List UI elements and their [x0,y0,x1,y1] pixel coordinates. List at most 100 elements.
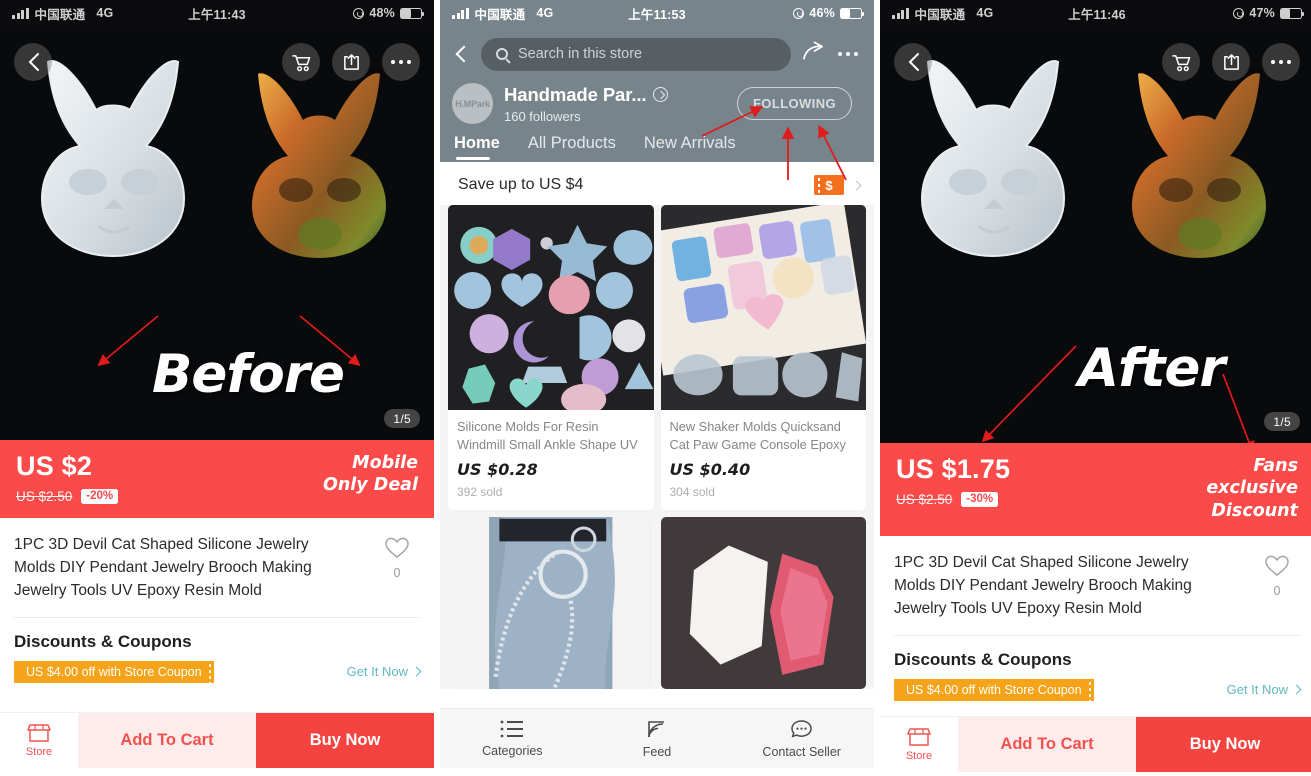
add-to-cart-button[interactable]: Add To Cart [78,713,256,768]
share-icon [343,53,359,70]
promo-text: Save up to US $4 [458,176,584,193]
wishlist-button[interactable]: 0 [384,534,420,603]
deal-tag-left: Mobile Only Deal [323,452,418,497]
price-group-left: US $2 US $2.50 -20% [16,451,119,504]
deal-tag-line2: exclusive [1206,478,1298,499]
status-left-group: 中国联通 4G [12,4,113,23]
get-it-now-link[interactable]: Get It Now [1226,682,1302,698]
product-info-right: 1PC 3D Devil Cat Shaped Silicone Jewelry… [880,536,1311,621]
get-it-now-label: Get It Now [1226,682,1288,698]
deal-tag-line3: Discount [1211,500,1298,521]
back-button[interactable] [455,45,473,63]
coupon-row-left: US $4.00 off with Store Coupon Get It No… [0,652,434,683]
network-label: 4G [976,6,994,20]
product-gallery-left[interactable]: Before 1/5 [0,26,434,440]
store-name-row[interactable]: Handmade Par... [504,84,669,106]
promo-banner-row[interactable]: Save up to US $4 $ [440,162,874,205]
store-avatar[interactable]: H.MPark [452,83,493,124]
tab-feed[interactable]: Feed [585,719,730,759]
buy-now-button[interactable]: Buy Now [1136,717,1311,772]
price-sub-row: US $2.50 -20% [16,488,119,504]
share-button[interactable] [1212,43,1250,81]
store-button[interactable]: Store [0,713,78,768]
feed-icon [648,720,664,737]
tab-categories[interactable]: Categories [440,720,585,758]
price-bar-right: US $1.75 US $2.50 -30% Fans exclusive Di… [880,443,1311,537]
product-card-title: New Shaker Molds Quicksand Cat Paw Game … [669,419,846,453]
following-button[interactable]: FOLLOWING [736,87,852,120]
gallery-counter-left: 1/5 [384,409,420,428]
screenshot-root: 中国联通 4G 上午11:43 48% Before 1/5 US $2 US … [0,0,1311,776]
share-button[interactable] [332,43,370,81]
hero-overlay-word-right: After [1078,338,1225,399]
product-card-body: New Shaker Molds Quicksand Cat Paw Game … [661,410,867,510]
battery-icon [1280,7,1305,19]
deal-tag-line1: Fans [1253,456,1298,476]
network-label: 4G [96,6,114,20]
store-coupon-badge[interactable]: US $4.00 off with Store Coupon [14,660,214,683]
location-icon [793,7,805,19]
product-card-price: US $0.40 [669,460,751,479]
product-card[interactable] [448,517,654,689]
more-dots-icon [390,59,412,65]
product-card-title: Silicone Molds For Resin Windmill Small … [457,419,638,453]
tab-home[interactable]: Home [454,134,500,162]
store-icon [27,724,51,742]
cart-button[interactable] [1162,43,1200,81]
store-button-label: Store [905,750,933,762]
wishlist-button[interactable]: 0 [1264,552,1300,621]
buy-now-button[interactable]: Buy Now [256,713,434,768]
share-button[interactable] [802,41,827,68]
tab-all-products[interactable]: All Products [528,134,616,162]
current-price: US $1.75 [896,454,1011,484]
price-sub-row: US $2.50 -30% [896,491,1010,507]
more-button[interactable] [837,51,858,57]
product-card[interactable]: Silicone Molds For Resin Windmill Small … [448,205,654,510]
tab-contact-seller-label: Contact Seller [762,744,841,759]
chevron-right-icon [1291,685,1302,695]
store-coupon-badge[interactable]: US $4.00 off with Store Coupon [894,678,1094,701]
back-button[interactable] [894,43,932,81]
add-to-cart-button[interactable]: Add To Cart [958,717,1136,772]
cart-icon [291,54,310,71]
status-bar-middle: 中国联通 4G 上午11:53 46% [440,0,874,26]
product-gallery-right[interactable]: After 1/5 [880,26,1311,443]
chevron-right-icon [851,180,862,190]
get-it-now-label: Get It Now [346,664,408,679]
store-button[interactable]: Store [880,717,958,772]
status-left-group: 中国联通 4G [892,4,993,23]
discount-badge: -30% [961,491,999,507]
store-icon [907,728,931,746]
get-it-now-link[interactable]: Get It Now [346,664,422,679]
gallery-counter-right: 1/5 [1264,412,1300,431]
gallery-top-nav-left [0,38,434,86]
panel-right-product-after: 中国联通 4G 上午11:46 47% After 1/5 US $1.75 U… [880,0,1311,776]
search-placeholder: Search in this store [518,46,643,62]
signal-bars-icon [892,7,909,19]
product-card-image [448,517,654,689]
more-button[interactable] [382,43,420,81]
more-button[interactable] [1262,43,1300,81]
product-card-sold: 392 sold [457,485,503,499]
share-arrow-icon [802,41,823,60]
panel-left-product-before: 中国联通 4G 上午11:43 48% Before 1/5 US $2 US … [0,0,434,776]
product-card[interactable] [660,517,866,689]
store-detail-arrow-icon [653,87,669,102]
wishlist-count: 0 [1273,584,1281,599]
product-card[interactable]: New Shaker Molds Quicksand Cat Paw Game … [660,205,867,510]
deal-tag-right: Fans exclusive Discount [1206,455,1298,522]
store-tabs: Home All Products New Arrivals [452,132,862,162]
status-left-group: 中国联通 4G [452,4,553,23]
product-card-image [660,205,866,410]
coupon-row-right: US $4.00 off with Store Coupon Get It No… [880,670,1311,701]
cart-button[interactable] [282,43,320,81]
search-input[interactable]: Search in this store [481,37,791,71]
tab-contact-seller[interactable]: Contact Seller [729,719,874,759]
back-button[interactable] [14,43,52,81]
followers-count: 160 followers [504,108,581,124]
search-icon [496,48,508,60]
discount-badge: -20% [81,488,119,504]
tab-feed-label: Feed [642,744,672,759]
tab-new-arrivals[interactable]: New Arrivals [644,134,736,162]
product-card-image [660,517,866,689]
